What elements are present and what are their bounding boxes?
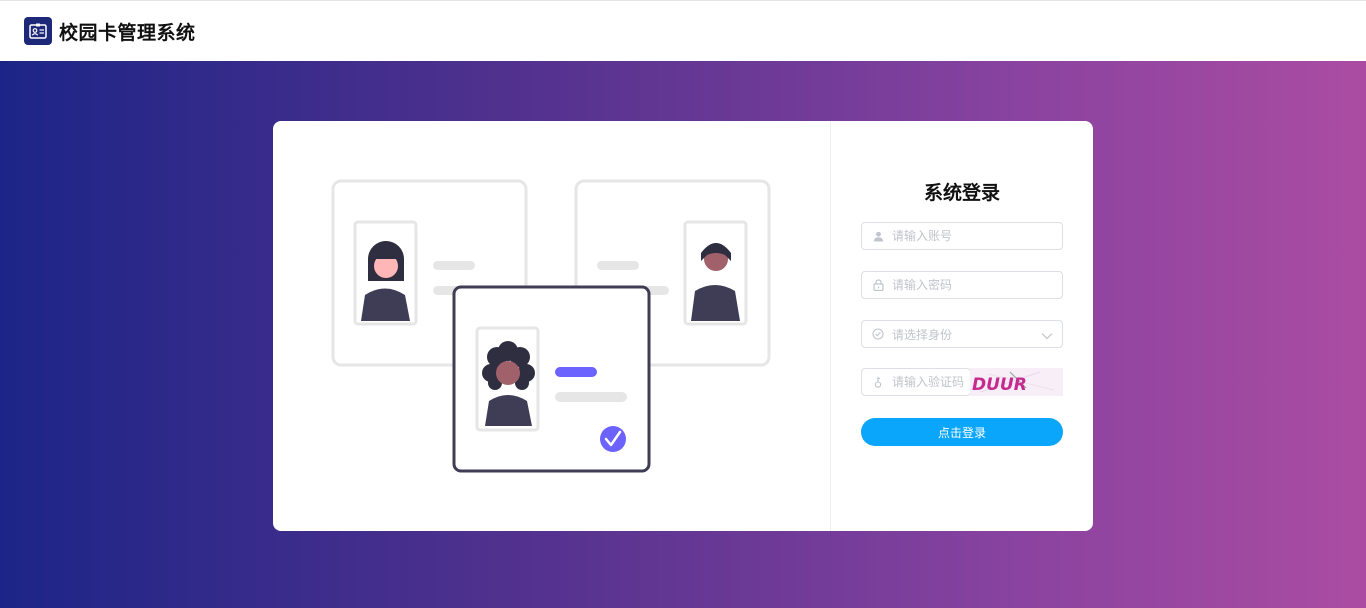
account-field[interactable] [861,222,1063,250]
id-card-icon [24,17,52,45]
captcha-code: DUUR [972,375,1027,395]
captcha-input[interactable] [892,375,964,389]
id-cards-illustration [331,179,771,473]
check-circle-icon [872,328,884,340]
login-button[interactable]: 点击登录 [861,418,1063,446]
login-background: 系统登录 请选择身份 [0,61,1366,608]
password-field[interactable] [861,271,1063,299]
captcha-field[interactable] [861,368,971,396]
login-title: 系统登录 [923,182,1000,204]
role-select[interactable]: 请选择身份 [861,320,1063,348]
captcha-image[interactable]: DUUR [970,368,1063,396]
top-bar: 校园卡管理系统 [0,0,1366,61]
key-icon [872,376,884,388]
login-card: 系统登录 请选择身份 [273,121,1093,531]
card-divider [830,121,831,531]
user-icon [872,230,884,242]
chevron-down-icon[interactable] [1041,325,1053,344]
account-input[interactable] [892,229,1042,243]
password-input[interactable] [892,278,1042,292]
app-title: 校园卡管理系统 [59,21,196,44]
lock-icon [872,279,884,291]
role-select-placeholder: 请选择身份 [892,327,953,342]
